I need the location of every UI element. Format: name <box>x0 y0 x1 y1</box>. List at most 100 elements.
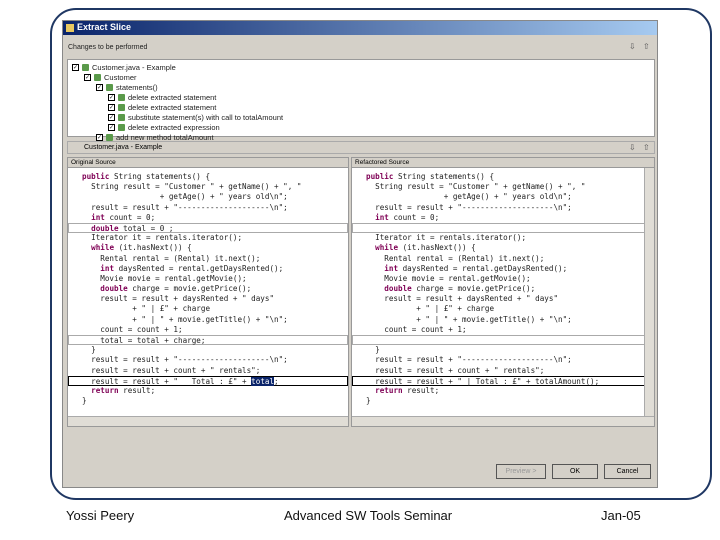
checkbox[interactable]: ✓ <box>108 93 115 101</box>
prev-diff-icon[interactable]: ⇧ <box>643 143 650 152</box>
code-line <box>352 335 654 346</box>
tree-item-label: Customer <box>104 72 137 82</box>
code-line: Iterator it = rentals.iterator(); <box>82 233 348 243</box>
tree-item[interactable]: ✓ delete extracted statement <box>108 92 216 102</box>
code-line: + getAge() + " years old\n"; <box>82 192 348 202</box>
keyword: public <box>82 172 110 181</box>
horizontal-scrollbar[interactable] <box>352 416 654 426</box>
footer-title: Advanced SW Tools Seminar <box>284 508 453 523</box>
code-line: Rental rental = (Rental) it.next(); <box>82 254 348 264</box>
code-text: Rental rental = (Rental) it.next(); <box>366 253 545 263</box>
keyword: return <box>91 385 119 395</box>
original-source-pane: Original Source public String statements… <box>67 157 349 427</box>
cancel-button[interactable]: Cancel <box>604 464 651 479</box>
tree-item[interactable]: ✓ Customer.java - Example <box>72 62 176 72</box>
collapse-icon[interactable]: ⇧ <box>643 42 650 51</box>
code-text: charge = movie.getPrice(); <box>411 284 536 294</box>
code-line: + getAge() + " years old\n"; <box>366 192 654 202</box>
checkbox[interactable]: ✓ <box>84 73 91 81</box>
tree-item-label: delete extracted statement <box>128 102 217 112</box>
code-text: daysRented = rental.getDaysRented(); <box>398 263 568 273</box>
code-line <box>352 222 654 234</box>
code-text: result = result + count + " rentals"; <box>82 365 261 375</box>
change-icon <box>118 123 125 131</box>
code-text: result = result + " | Total : £" + total… <box>366 376 600 386</box>
checkbox[interactable]: ✓ <box>96 83 103 91</box>
change-icon <box>118 93 125 101</box>
checkbox[interactable]: ✓ <box>108 113 115 121</box>
selected-text: total <box>251 376 275 386</box>
code-text: + getAge() + " years old\n"; <box>366 192 572 202</box>
code-text: Movie movie = rental.getMovie(); <box>82 273 247 283</box>
code-line: double charge = movie.getPrice(); <box>82 284 348 294</box>
code-line: int daysRented = rental.getDaysRented(); <box>366 264 654 274</box>
keyword: while <box>91 243 115 253</box>
code-line: return result; <box>82 386 348 396</box>
keyword: int <box>384 263 399 273</box>
code-line: public String statements() { <box>366 172 654 182</box>
code-line: return result; <box>366 386 654 396</box>
code-line: } <box>82 345 348 355</box>
file-icon <box>82 63 89 71</box>
preview-button[interactable]: Preview > <box>496 464 546 479</box>
code-line: String result = "Customer " + getName() … <box>82 182 348 192</box>
code-text: result = result + "--------------------\… <box>366 355 572 365</box>
code-line: + " | " + movie.getTitle() + "\n"; <box>82 315 348 325</box>
code-text: result = result + "--------------------\… <box>82 202 288 212</box>
code-text: total = 0 ; <box>118 223 174 233</box>
horizontal-scrollbar[interactable] <box>68 416 348 426</box>
code-line: Iterator it = rentals.iterator(); <box>366 233 654 243</box>
code-text: } <box>366 345 380 355</box>
refactored-source-pane: Refactored Source public String statemen… <box>351 157 655 427</box>
code-text: count = count + 1; <box>366 324 467 334</box>
code-text: Rental rental = (Rental) it.next(); <box>82 253 261 263</box>
code-line: + " | £" + charge <box>366 304 654 314</box>
code-text: + getAge() + " years old\n"; <box>82 192 288 202</box>
checkbox[interactable]: ✓ <box>108 103 115 111</box>
code-text: + " | £" + charge <box>366 304 495 314</box>
code-line: count = count + 1; <box>366 325 654 335</box>
code-line: + " | " + movie.getTitle() + "\n"; <box>366 315 654 325</box>
code-line: Movie movie = rental.getMovie(); <box>366 274 654 284</box>
method-icon <box>106 83 113 91</box>
checkbox[interactable]: ✓ <box>96 133 103 141</box>
code-text: String statements() { <box>393 172 495 181</box>
checkbox[interactable]: ✓ <box>72 63 79 71</box>
tree-item[interactable]: ✓ delete extracted expression <box>108 122 220 132</box>
code-text: daysRented = rental.getDaysRented(); <box>114 263 284 273</box>
changes-label: Changes to be performed <box>68 44 148 51</box>
change-icon <box>118 113 125 121</box>
dialog-title-bar: Extract Slice <box>63 21 657 35</box>
code-line: result = result + count + " rentals"; <box>82 366 348 376</box>
code-line: + " | £" + charge <box>82 304 348 314</box>
code-text: count = 0; <box>388 212 440 222</box>
code-text: Movie movie = rental.getMovie(); <box>366 273 531 283</box>
keyword: public <box>366 172 394 181</box>
next-diff-icon[interactable]: ⇩ <box>629 143 636 152</box>
vertical-scrollbar[interactable] <box>644 168 654 416</box>
original-code: public String statements() { String resu… <box>68 168 348 406</box>
expand-icon[interactable]: ⇩ <box>629 42 636 51</box>
checkbox[interactable]: ✓ <box>108 123 115 131</box>
tree-item[interactable]: ✓ delete extracted statement <box>108 102 216 112</box>
tree-item[interactable]: ✓ Customer <box>84 72 137 82</box>
code-text: result = result + "--------------------\… <box>82 355 288 365</box>
code-line: int count = 0; <box>366 213 654 223</box>
code-text: (it.hasNext()) { <box>114 243 192 253</box>
code-line: result = result + "--------------------\… <box>366 355 654 365</box>
tree-item-label: statements() <box>116 82 158 92</box>
keyword: int <box>91 212 105 222</box>
tree-item-label: delete extracted statement <box>128 92 217 102</box>
tree-item[interactable]: ✓ statements() <box>96 82 158 92</box>
code-line: result = result + daysRented + " days" <box>366 294 654 304</box>
code-line: result = result + " Total : £" + total; <box>68 375 348 386</box>
ok-button[interactable]: OK <box>552 464 598 479</box>
code-text: result = result + "--------------------\… <box>366 202 572 212</box>
tree-item[interactable]: ✓ substitute statement(s) with call to to… <box>108 112 283 122</box>
code-text: String result = "Customer " + getName() … <box>82 182 302 192</box>
app-icon <box>66 24 74 32</box>
code-text: count = count + 1; <box>82 324 183 334</box>
keyword: int <box>375 212 389 222</box>
